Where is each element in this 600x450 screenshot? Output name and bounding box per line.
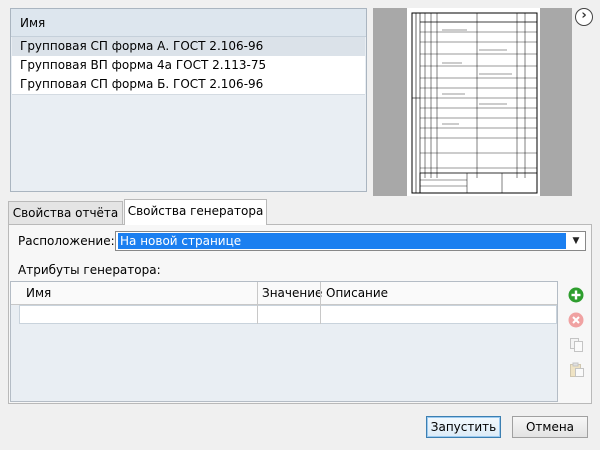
template-row-label: Групповая СП форма Б. ГОСТ 2.106-96 [20, 77, 264, 91]
template-list-header[interactable]: Имя [11, 9, 366, 37]
tab-report-properties[interactable]: Свойства отчёта [8, 201, 123, 225]
add-icon[interactable] [568, 287, 584, 303]
tab-generator-properties[interactable]: Свойства генератора [124, 199, 267, 225]
tab-label: Свойства генератора [127, 204, 264, 218]
attributes-grid[interactable]: Имя Значение Описание [10, 281, 558, 402]
preview-drawing [411, 12, 538, 194]
column-divider [320, 282, 321, 324]
location-select-value: На новой странице [118, 233, 566, 249]
chevron-down-icon[interactable]: ▼ [569, 233, 583, 249]
template-list[interactable]: Имя Групповая СП форма А. ГОСТ 2.106-96 … [10, 8, 367, 192]
column-header-value[interactable]: Значение [262, 286, 322, 300]
new-attribute-row[interactable] [19, 305, 557, 324]
template-row[interactable]: Групповая СП форма Б. ГОСТ 2.106-96 [12, 75, 365, 95]
preview-next-button[interactable]: › [575, 8, 593, 26]
column-header-name[interactable]: Имя [26, 286, 51, 300]
template-list-header-label: Имя [20, 16, 46, 30]
location-select[interactable]: На новой странице ▼ [115, 231, 586, 251]
template-row[interactable]: Групповая СП форма А. ГОСТ 2.106-96 [12, 37, 365, 57]
location-label: Расположение: [18, 234, 115, 248]
delete-icon[interactable] [568, 312, 584, 328]
run-button-label: Запустить [430, 420, 497, 434]
template-row[interactable]: Групповая ВП форма 4а ГОСТ 2.113-75 [12, 56, 365, 76]
copy-icon[interactable] [569, 337, 585, 353]
run-button[interactable]: Запустить [426, 416, 501, 438]
column-header-description[interactable]: Описание [326, 286, 388, 300]
preview-sheet [407, 8, 540, 196]
attributes-label: Атрибуты генератора: [18, 263, 161, 277]
template-preview [373, 8, 572, 196]
cancel-button-label: Отмена [525, 420, 575, 434]
tab-label: Свойства отчёта [12, 206, 119, 220]
column-divider [257, 282, 258, 324]
template-row-label: Групповая ВП форма 4а ГОСТ 2.113-75 [20, 58, 267, 72]
cancel-button[interactable]: Отмена [512, 416, 588, 438]
template-row-label: Групповая СП форма А. ГОСТ 2.106-96 [20, 39, 264, 53]
paste-icon[interactable] [569, 362, 585, 378]
chevron-right-icon: › [581, 8, 587, 23]
